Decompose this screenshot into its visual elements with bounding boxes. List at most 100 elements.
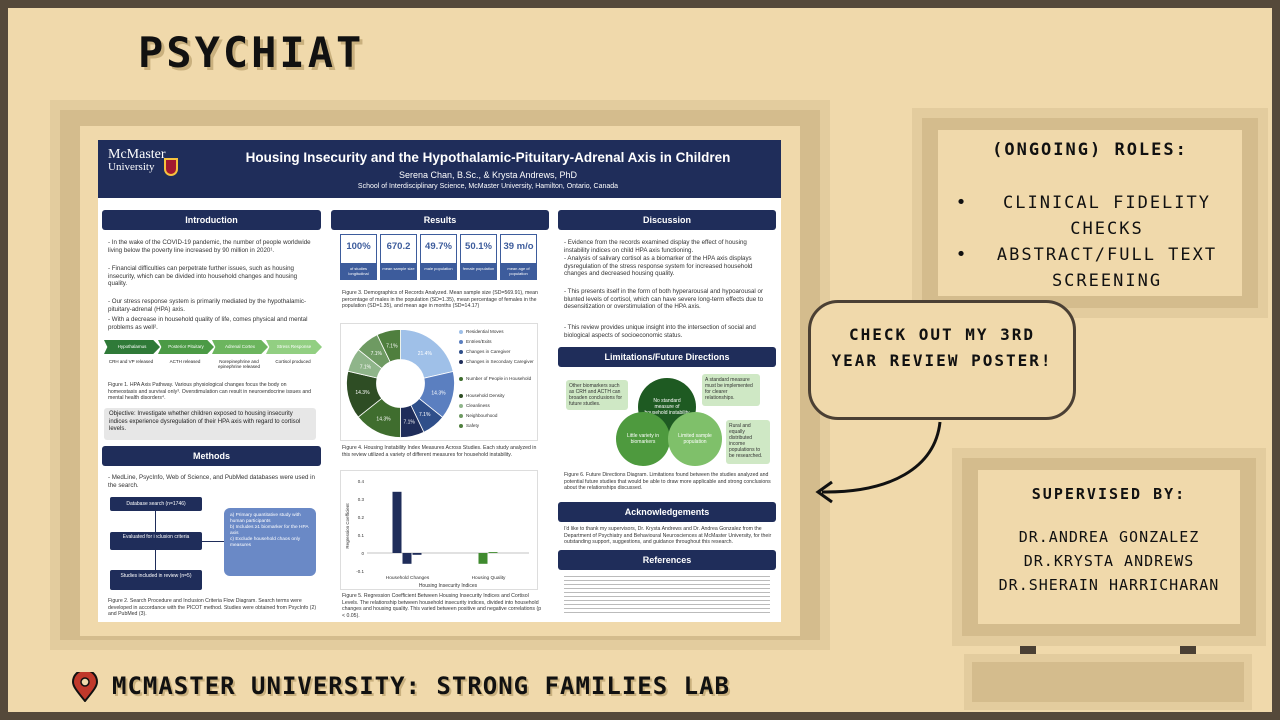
- flow-step-1: Database search (n=1746): [110, 497, 202, 511]
- legend-item: Residential Moves: [459, 329, 504, 334]
- discussion-text-3: - This presents itself in the form of bo…: [564, 288, 764, 311]
- ack-text: I'd like to thank my supervisors, Dr. Kr…: [564, 526, 772, 546]
- hpa-step-3: Adrenal Cortex: [212, 340, 268, 354]
- intro-text-3: - Our stress response system is primaril…: [108, 298, 307, 313]
- fig4-caption: Figure 4. Housing Instability Index Meas…: [342, 445, 537, 458]
- intro-text-2: - Financial difficulties can perpetrate …: [108, 265, 298, 288]
- stat-card: 39 m/o mean age of population: [500, 234, 537, 280]
- stat-card: 49.7% male population: [420, 234, 457, 280]
- methods-text: - MedLine, PsycInfo, Web of Science, and…: [108, 474, 315, 489]
- bar: [478, 553, 488, 564]
- nameplate: [972, 662, 1244, 702]
- legend-item: Changes in Secondary Caregiver: [459, 359, 537, 364]
- future-circle-right: Limited sample population: [668, 412, 722, 466]
- pie-slice-label: 14.3%: [355, 390, 370, 396]
- footer-lab-name: MCMASTER UNIVERSITY: STRONG FAMILIES LAB: [112, 672, 730, 700]
- poster-title: Housing Insecurity and the Hypothalamic-…: [245, 150, 731, 165]
- discussion-text-1: - Evidence from the records examined dis…: [564, 239, 747, 254]
- role-item-2: ABSTRACT/FULL TEXT SCREENING: [996, 245, 1218, 291]
- future-box-1: Other biomarkers such as CRH and ACTH ca…: [566, 380, 628, 410]
- arrow-icon: [815, 421, 942, 504]
- pie-slice-label: 7.1%: [371, 351, 383, 357]
- future-box-2: A standard measure must be implemented f…: [702, 374, 760, 406]
- stat-card: 50.1% female population: [460, 234, 497, 280]
- references-list: [564, 576, 770, 616]
- flow-step-3: Studies included in review (n=5): [110, 570, 202, 590]
- bar-chart-panel: 0.4 0.3 0.2 0.1 0 -0.1 Household Changes Housin…: [340, 470, 538, 590]
- bar-chart: 0.4 0.3 0.2 0.1 0 -0.1 Household Changes Housin…: [345, 479, 529, 589]
- location-pin-icon: [72, 672, 98, 702]
- flow-connector: [155, 511, 156, 570]
- supervisors-heading: SUPERVISED BY:: [1031, 485, 1187, 503]
- research-poster[interactable]: McMaster University Housing Insecurity a…: [98, 140, 781, 622]
- section-methods: Methods: [102, 446, 321, 466]
- y-tick-label: 0.2: [358, 515, 365, 520]
- fig3-caption: Figure 3. Demographics of Records Analyz…: [342, 290, 538, 310]
- legend-item: Cleanliness: [459, 403, 490, 408]
- supervisor-name-2: DR.KRYSTA ANDREWS: [1023, 552, 1195, 570]
- section-references: References: [558, 550, 776, 570]
- stat-card: 100% of studies longitudinal: [340, 234, 377, 280]
- page-title: PSYCHIAT: [138, 28, 365, 77]
- y-axis-label: Regression Coefficient: [345, 503, 350, 549]
- pie-slice-label: 21.4%: [418, 351, 433, 357]
- section-limitations: Limitations/Future Directions: [558, 347, 776, 367]
- discussion-text-2: - Analysis of salivary cortisol as a bio…: [564, 255, 753, 278]
- section-discussion: Discussion: [558, 210, 776, 230]
- discussion-text-4: - This review provides unique insight in…: [564, 324, 756, 339]
- pie-chart: 21.4%14.3%7.1%7.1%14.3%14.3%7.1%7.1%7.1%: [346, 329, 455, 438]
- x-category-label: Household Changes: [386, 575, 430, 581]
- pie-slice-label: 7.1%: [419, 412, 431, 418]
- section-introduction: Introduction: [102, 210, 321, 230]
- poster-authors: Serena Chan, B.Sc., & Krysta Andrews, Ph…: [398, 170, 578, 180]
- supervisor-name-3: DR.SHERAIN HARRICHARAN: [998, 576, 1220, 594]
- legend-item: Number of People in Household: [459, 376, 537, 381]
- crest-icon: [164, 158, 178, 176]
- fig5-caption: Figure 5. Regression Coefficient Between…: [342, 593, 542, 619]
- hpa-step-2: Posterior Pituitary: [158, 340, 214, 354]
- pie-slice-label: 14.3%: [431, 390, 446, 396]
- hpa-label-4: Cortisol produced: [275, 359, 311, 364]
- objective-box: Objective: Investigate whether children …: [104, 408, 316, 440]
- legend-item: Neighbourhood: [459, 413, 497, 418]
- pie-slice-label: 14.3%: [376, 417, 391, 423]
- roles-heading: (ONGOING) ROLES:: [992, 140, 1188, 160]
- pie-chart-panel: 21.4% 14.3% 7.1% 7.1% 14.3% 14.3% 7.1% 7.1% 7.1%…: [340, 323, 538, 441]
- pie-slice-label: 7.1%: [403, 420, 415, 426]
- bar: [392, 491, 402, 553]
- fig1-caption: Figure 1. HPA Axis Pathway. Various phys…: [108, 382, 311, 402]
- flow-step-2: Evaluated for inclusion criteria: [110, 532, 202, 550]
- callout-text: CHECK OUT MY 3RD YEAR REVIEW POSTER!: [831, 325, 1053, 370]
- role-item-1: CLINICAL FIDELITY CHECKS: [1003, 193, 1211, 239]
- y-tick-label: -0.1: [356, 569, 364, 574]
- inclusion-criteria-box: a) Primary quantitative study with human…: [224, 508, 316, 576]
- fig6-caption: Figure 6. Future Directions Diagram. Lim…: [564, 472, 771, 492]
- legend-item: Changes in Caregiver: [459, 349, 510, 354]
- hpa-step-1: Hypothalamus: [104, 340, 160, 354]
- poster-header: McMaster University Housing Insecurity a…: [98, 140, 781, 198]
- legend-item: Household Density: [459, 393, 505, 398]
- hpa-label-1: CRH and VP released: [108, 359, 154, 364]
- legend-item: Safety: [459, 423, 479, 428]
- section-acknowledgements: Acknowledgements: [558, 502, 776, 522]
- supervisor-name-1: DR.ANDREA GONZALEZ: [1018, 528, 1200, 546]
- poster-school: School of Interdisciplinary Science, McM…: [357, 183, 619, 190]
- future-box-3: Rural and equally distributed income pop…: [726, 420, 770, 464]
- hpa-label-2: ACTH released: [169, 359, 201, 364]
- y-tick-label: 0.4: [358, 479, 365, 484]
- x-axis-label: Housing Insecurity Indices: [419, 583, 478, 589]
- flow-connector-branch: [202, 541, 224, 542]
- fig2-caption: Figure 2. Search Procedure and Inclusion…: [108, 598, 317, 618]
- y-tick-label: 0: [361, 551, 364, 556]
- pie-slice-label: 7.1%: [386, 343, 398, 349]
- future-circle-left: Little variety in biomarkers: [616, 412, 670, 466]
- pie-slice-label: 7.1%: [360, 364, 372, 370]
- y-tick-label: 0.1: [358, 533, 365, 538]
- x-category-label: Housing Quality: [472, 575, 506, 581]
- role-bullet: •: [955, 192, 967, 213]
- stat-card: 670.2 mean sample size: [380, 234, 417, 280]
- legend-item: Entries/Exits: [459, 339, 492, 344]
- intro-text-4: - With a decrease in household quality o…: [108, 316, 308, 331]
- hpa-step-4: Stress Response: [266, 340, 322, 354]
- bar: [412, 553, 422, 555]
